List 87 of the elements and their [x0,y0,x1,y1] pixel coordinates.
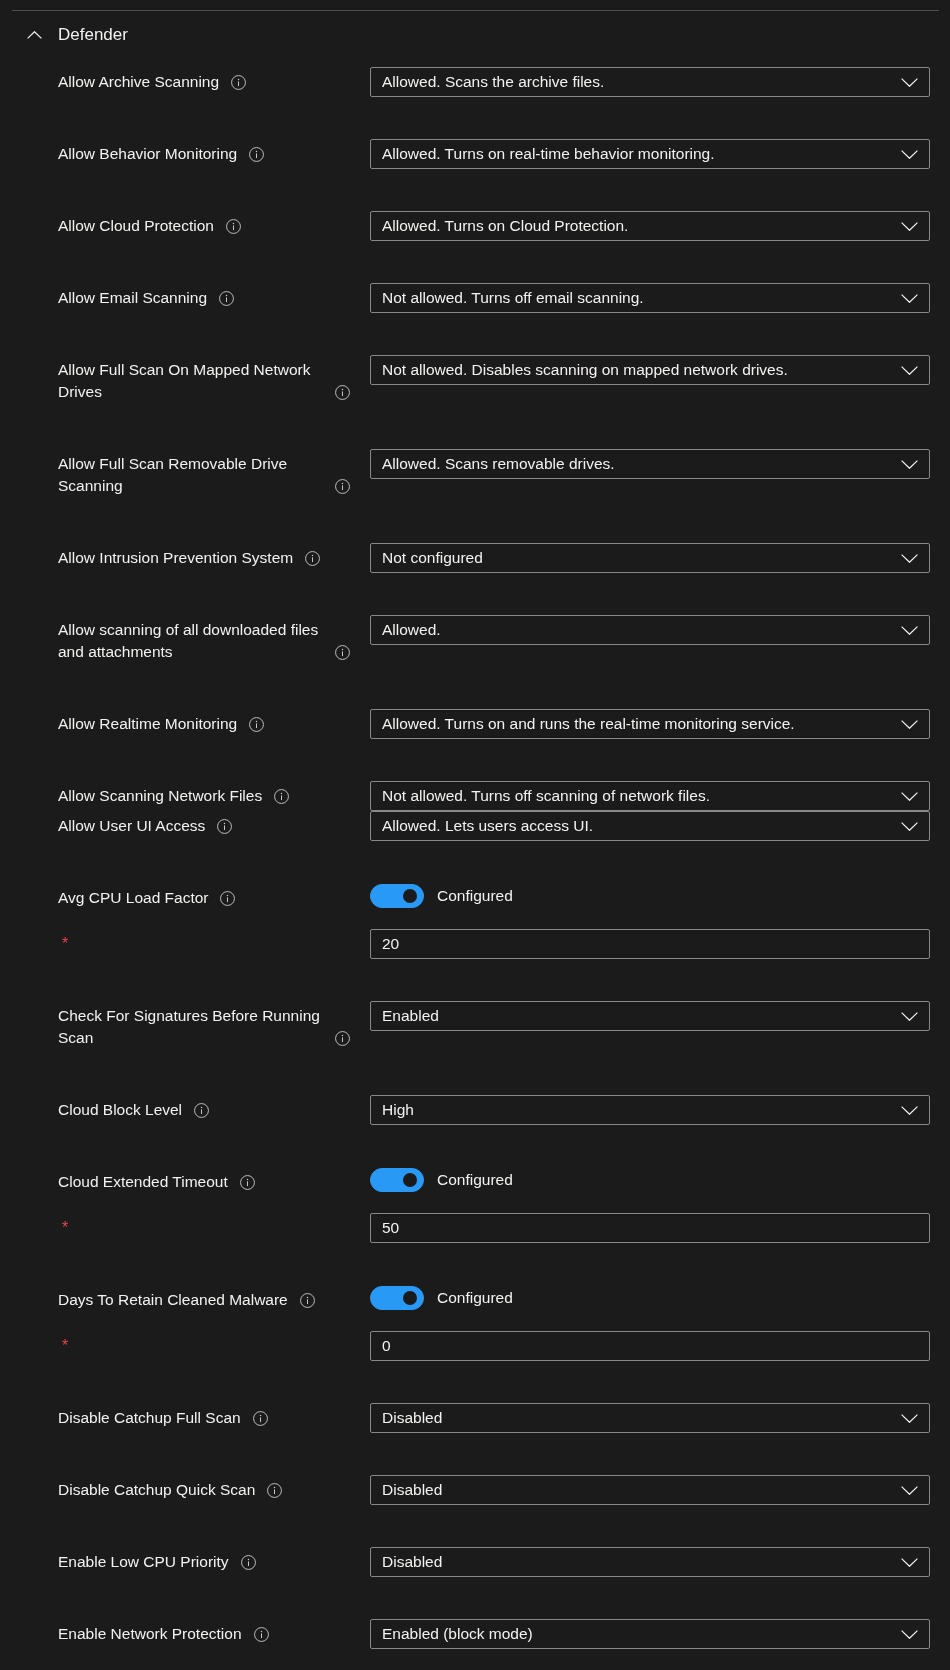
chevron-down-icon [901,293,918,303]
setting-label: Allow Full Scan On Mapped Network Drives [58,360,312,402]
info-icon[interactable] [253,1626,269,1642]
required-mark: * [62,934,69,954]
chevron-down-icon [901,1485,918,1495]
dropdown[interactable]: Not allowed. Turns off email scanning. [370,283,930,313]
dropdown[interactable]: High [370,1095,930,1125]
setting-label: Allow scanning of all downloaded files and attachments [58,620,320,662]
number-field[interactable]: 0 [370,1331,930,1361]
chevron-down-icon [901,1011,918,1021]
dropdown[interactable]: Allowed. Scans the archive files. [370,67,930,97]
chevron-down-icon [901,1413,918,1423]
required-mark: * [62,1336,69,1356]
info-icon[interactable] [225,218,241,234]
info-icon[interactable] [231,74,247,90]
dropdown[interactable]: Disabled [370,1547,930,1577]
setting-label: Allow Realtime Monitoring [58,714,238,734]
dropdown[interactable]: Allowed. Turns on real-time behavior monitoring. [370,139,930,169]
required-mark: * [62,1218,69,1238]
setting-label: Enable Network Protection [58,1624,242,1644]
chevron-down-icon [901,149,918,159]
dropdown[interactable]: Disabled [370,1475,930,1505]
dropdown[interactable]: Not allowed. Turns off scanning of network files. [370,781,930,811]
setting-label: Disable Catchup Quick Scan [58,1480,256,1500]
setting-label: Days To Retain Cleaned Malware [58,1290,288,1310]
chevron-down-icon [901,365,918,375]
setting-label: Check For Signatures Before Running Scan [58,1006,321,1048]
chevron-down-icon [901,821,918,831]
chevron-down-icon [901,221,918,231]
chevron-down-icon [901,719,918,729]
chevron-down-icon [901,553,918,563]
info-icon[interactable] [252,1410,268,1426]
section-header[interactable]: Defender [12,11,128,59]
setting-label: Avg CPU Load Factor [58,888,209,908]
info-icon[interactable] [335,478,350,494]
info-icon[interactable] [335,644,350,660]
toggle-label: Configured [437,1170,513,1190]
chevron-down-icon [901,1629,918,1639]
toggle-label: Configured [437,1288,513,1308]
setting-label: Allow Behavior Monitoring [58,144,238,164]
setting-label: Cloud Extended Timeout [58,1172,228,1192]
info-icon[interactable] [240,1554,256,1570]
chevron-down-icon [901,459,918,469]
info-icon[interactable] [274,788,290,804]
number-field[interactable]: 50 [370,1213,930,1243]
setting-label: Allow Email Scanning [58,288,208,308]
dropdown[interactable]: Allowed. Scans removable drives. [370,449,930,479]
number-field[interactable]: 20 [370,929,930,959]
dropdown[interactable]: Disabled [370,1403,930,1433]
chevron-down-icon [901,1557,918,1567]
info-icon[interactable] [335,384,350,400]
info-icon[interactable] [249,146,265,162]
info-icon[interactable] [239,1174,255,1190]
info-icon[interactable] [217,818,233,834]
dropdown[interactable]: Allowed. Turns on and runs the real-time monitoring service. [370,709,930,739]
info-icon[interactable] [219,290,235,306]
dropdown[interactable]: Allowed. Lets users access UI. [370,811,930,841]
setting-label: Enable Low CPU Priority [58,1552,229,1572]
dropdown[interactable]: Enabled (block mode) [370,1619,930,1649]
toggle-switch[interactable] [370,1168,424,1192]
info-icon[interactable] [305,550,321,566]
setting-label: Cloud Block Level [58,1100,183,1120]
toggle-switch[interactable] [370,1286,424,1310]
setting-label: Allow Scanning Network Files [58,786,263,806]
setting-label: Allow Cloud Protection [58,216,214,236]
dropdown[interactable]: Allowed. [370,615,930,645]
setting-label: Allow User UI Access [58,816,206,836]
info-icon[interactable] [194,1102,210,1118]
info-icon[interactable] [220,890,236,906]
chevron-down-icon [901,791,918,801]
setting-label: Allow Intrusion Prevention System [58,548,294,568]
dropdown[interactable]: Not configured [370,543,930,573]
info-icon[interactable] [335,1030,350,1046]
dropdown[interactable]: Not allowed. Disables scanning on mapped network drives. [370,355,930,385]
info-icon[interactable] [267,1482,283,1498]
setting-label: Allow Archive Scanning [58,72,220,92]
info-icon[interactable] [249,716,265,732]
setting-label: Allow Full Scan Removable Drive Scanning [58,454,289,496]
toggle-label: Configured [437,886,513,906]
dropdown[interactable]: Enabled [370,1001,930,1031]
chevron-down-icon [901,77,918,87]
toggle-switch[interactable] [370,884,424,908]
info-icon[interactable] [299,1292,315,1308]
setting-label: Disable Catchup Full Scan [58,1408,241,1428]
chevron-down-icon [901,625,918,635]
chevron-down-icon [901,1105,918,1115]
dropdown[interactable]: Allowed. Turns on Cloud Protection. [370,211,930,241]
